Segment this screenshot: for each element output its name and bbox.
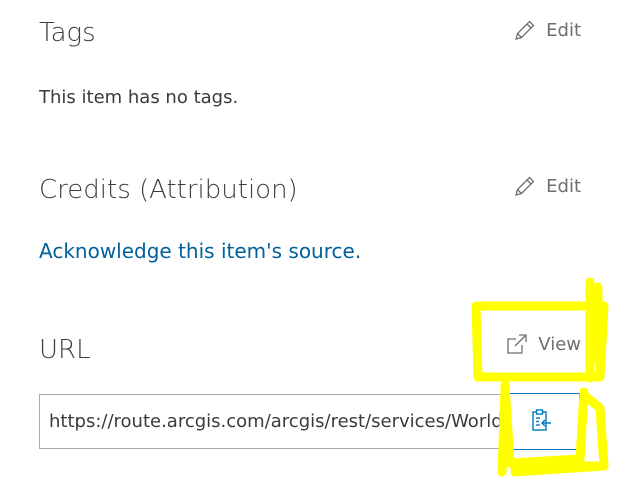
tags-edit-button[interactable]: Edit xyxy=(513,18,581,42)
url-view-button[interactable]: View xyxy=(505,332,581,356)
pencil-icon xyxy=(513,18,537,42)
acknowledge-source-link[interactable]: Acknowledge this item's source. xyxy=(39,239,361,263)
url-input[interactable] xyxy=(40,395,504,448)
external-link-icon xyxy=(505,332,529,356)
url-heading: URL xyxy=(39,335,91,365)
no-tags-text: This item has no tags. xyxy=(39,87,239,108)
tags-edit-label: Edit xyxy=(546,19,581,41)
url-field[interactable] xyxy=(39,394,504,449)
copy-url-button[interactable] xyxy=(503,393,580,450)
credits-heading: Credits (Attribution) xyxy=(39,175,298,205)
url-view-label: View xyxy=(538,333,581,355)
credits-edit-label: Edit xyxy=(546,175,581,197)
credits-edit-button[interactable]: Edit xyxy=(513,174,581,198)
clipboard-copy-icon xyxy=(531,408,553,436)
pencil-icon xyxy=(513,174,537,198)
tags-heading: Tags xyxy=(39,18,96,48)
